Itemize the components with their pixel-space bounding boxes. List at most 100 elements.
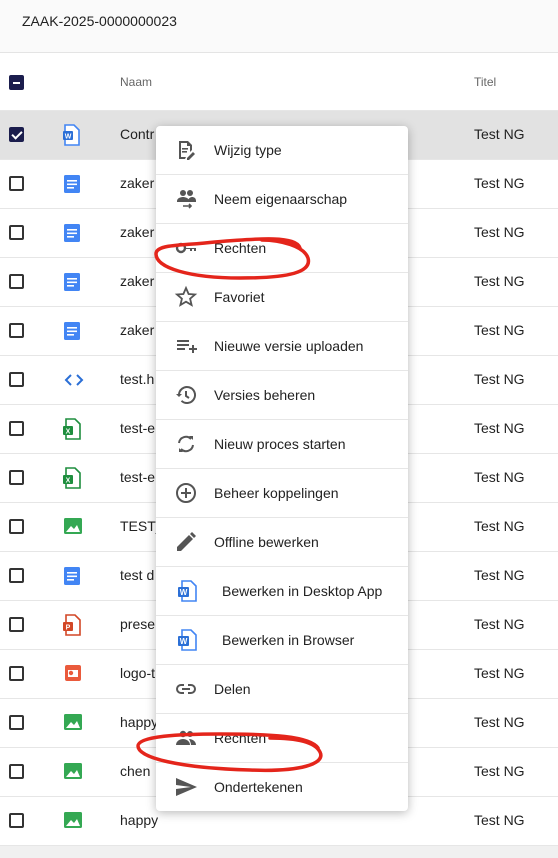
- menu-item-bewerken-in-browser[interactable]: W Bewerken in Browser: [156, 616, 408, 665]
- file-name[interactable]: chen: [120, 763, 150, 779]
- key-icon: [174, 236, 198, 260]
- column-header-name[interactable]: Naam: [120, 75, 152, 89]
- document-icon: [63, 320, 81, 342]
- file-title: Test NG: [474, 126, 525, 142]
- svg-text:X: X: [66, 478, 71, 485]
- menu-item-nieuwe-versie-uploaden[interactable]: Nieuwe versie uploaden: [156, 322, 408, 371]
- row-checkbox[interactable]: [9, 715, 24, 730]
- menu-item-neem-eigenaarschap[interactable]: Neem eigenaarschap: [156, 175, 408, 224]
- menu-item-offline-bewerken[interactable]: Offline bewerken: [156, 518, 408, 567]
- row-checkbox[interactable]: [9, 372, 24, 387]
- menu-item-rechten[interactable]: Rechten: [156, 714, 408, 763]
- menu-item-beheer-koppelingen[interactable]: Beheer koppelingen: [156, 469, 408, 518]
- row-checkbox[interactable]: [9, 323, 24, 338]
- menu-item-delen[interactable]: Delen: [156, 665, 408, 714]
- menu-item-label: Versies beheren: [214, 387, 316, 403]
- file-name[interactable]: Contr: [120, 126, 154, 142]
- code-icon: [63, 369, 84, 391]
- word-doc-icon: W: [63, 124, 81, 146]
- document-icon: [63, 565, 81, 587]
- file-name[interactable]: test d: [120, 567, 154, 583]
- row-checkbox[interactable]: [9, 225, 24, 240]
- file-name[interactable]: zaker: [120, 322, 154, 338]
- image-icon: [63, 761, 82, 783]
- menu-item-label: Rechten: [214, 730, 267, 746]
- menu-item-ondertekenen[interactable]: Ondertekenen: [156, 763, 408, 811]
- excel-icon: X: [63, 467, 81, 489]
- slides-icon: [63, 663, 81, 685]
- menu-item-nieuw-proces-starten[interactable]: Nieuw proces starten: [156, 420, 408, 469]
- svg-text:P: P: [66, 625, 71, 632]
- table-header: Naam Titel: [0, 53, 558, 111]
- file-title: Test NG: [474, 665, 525, 681]
- send-icon: [174, 775, 198, 799]
- case-title: ZAAK-2025-0000000023: [22, 13, 177, 29]
- file-name[interactable]: happy: [120, 714, 158, 730]
- file-name[interactable]: test-e: [120, 420, 155, 436]
- row-checkbox[interactable]: [9, 274, 24, 289]
- file-title: Test NG: [474, 371, 525, 387]
- file-title: Test NG: [474, 518, 525, 534]
- row-checkbox[interactable]: [9, 813, 24, 828]
- row-checkbox[interactable]: [9, 127, 24, 142]
- svg-text:X: X: [66, 429, 71, 436]
- file-title: Test NG: [474, 763, 525, 779]
- file-name[interactable]: zaker: [120, 273, 154, 289]
- star-icon: [174, 285, 198, 309]
- file-title: Test NG: [474, 469, 525, 485]
- file-title: Test NG: [474, 273, 525, 289]
- file-name[interactable]: prese: [120, 616, 155, 632]
- file-title: Test NG: [474, 812, 525, 828]
- file-name[interactable]: happy: [120, 812, 158, 828]
- menu-item-label: Wijzig type: [214, 142, 282, 158]
- menu-item-label: Delen: [214, 681, 251, 697]
- playlist-add-icon: [174, 334, 198, 358]
- sync-icon: [174, 432, 198, 456]
- row-checkbox[interactable]: [9, 421, 24, 436]
- menu-item-favoriet[interactable]: Favoriet: [156, 273, 408, 322]
- file-title: Test NG: [474, 616, 525, 632]
- file-name[interactable]: logo-t: [120, 665, 155, 681]
- row-checkbox[interactable]: [9, 666, 24, 681]
- file-name[interactable]: zaker: [120, 175, 154, 191]
- file-title: Test NG: [474, 567, 525, 583]
- history-icon: [174, 383, 198, 407]
- row-checkbox[interactable]: [9, 764, 24, 779]
- image-icon: [63, 516, 82, 538]
- file-name[interactable]: zaker: [120, 224, 154, 240]
- file-name[interactable]: test.h: [120, 371, 154, 387]
- row-checkbox[interactable]: [9, 176, 24, 191]
- file-title: Test NG: [474, 322, 525, 338]
- menu-item-label: Ondertekenen: [214, 779, 303, 795]
- word-doc-icon: W: [174, 579, 198, 603]
- people-icon: [174, 726, 198, 750]
- menu-item-bewerken-in-desktop-app[interactable]: W Bewerken in Desktop App: [156, 567, 408, 616]
- context-menu: Wijzig type Neem eigenaarschap Rechten Favo…: [156, 126, 408, 811]
- menu-item-label: Nieuw proces starten: [214, 436, 346, 452]
- menu-item-wijzig-type[interactable]: Wijzig type: [156, 126, 408, 175]
- word-doc-icon: W: [174, 628, 198, 652]
- svg-text:W: W: [180, 637, 188, 646]
- image-icon: [63, 810, 82, 832]
- row-checkbox[interactable]: [9, 617, 24, 632]
- menu-item-label: Bewerken in Browser: [222, 632, 355, 648]
- file-title: Test NG: [474, 714, 525, 730]
- svg-text:W: W: [180, 588, 188, 597]
- row-checkbox[interactable]: [9, 568, 24, 583]
- menu-item-label: Nieuwe versie uploaden: [214, 338, 364, 354]
- menu-item-rechten[interactable]: Rechten: [156, 224, 408, 273]
- menu-item-label: Offline bewerken: [214, 534, 319, 550]
- pencil-icon: [174, 530, 198, 554]
- file-title: Test NG: [474, 420, 525, 436]
- menu-item-label: Beheer koppelingen: [214, 485, 339, 501]
- menu-item-label: Rechten: [214, 240, 267, 256]
- add-circle-icon: [174, 481, 198, 505]
- row-checkbox[interactable]: [9, 470, 24, 485]
- menu-item-versies-beheren[interactable]: Versies beheren: [156, 371, 408, 420]
- select-all-checkbox[interactable]: [9, 75, 24, 90]
- column-header-title[interactable]: Titel: [474, 75, 496, 89]
- row-checkbox[interactable]: [9, 519, 24, 534]
- file-title: Test NG: [474, 224, 525, 240]
- file-name[interactable]: test-e: [120, 469, 155, 485]
- document-icon: [63, 222, 81, 244]
